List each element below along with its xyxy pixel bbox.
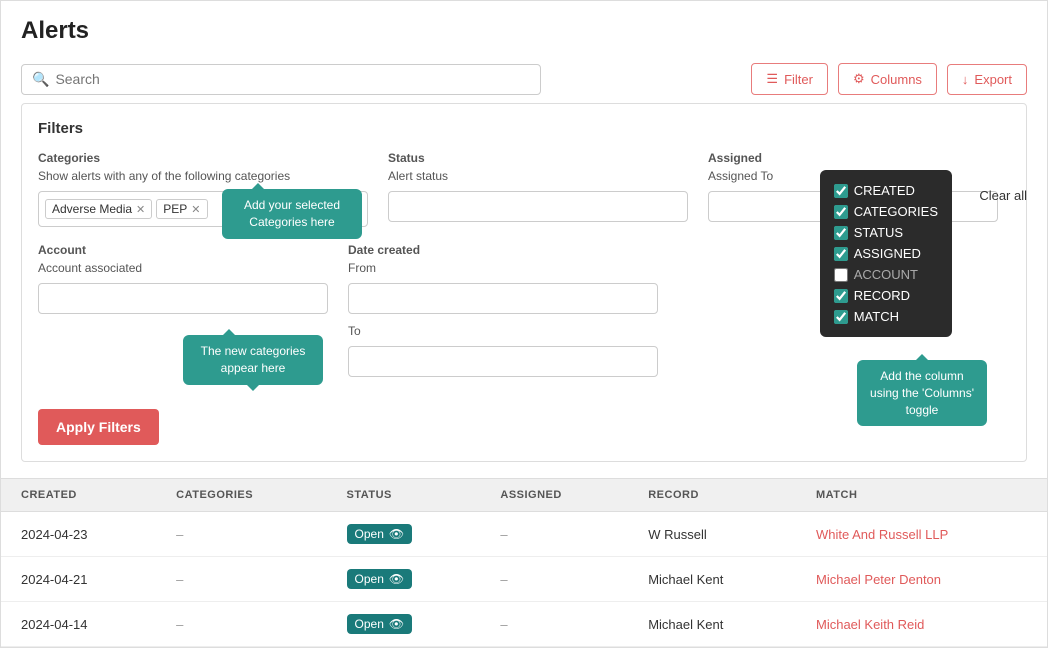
eye-icon: 👁: [389, 572, 404, 586]
column-checkbox-match[interactable]: [834, 310, 848, 324]
export-button[interactable]: ↓ Export: [947, 64, 1027, 95]
column-item-assigned[interactable]: ASSIGNED: [834, 243, 938, 264]
match-link[interactable]: Michael Keith Reid: [816, 617, 924, 632]
cell-record: Michael Kent: [628, 602, 796, 647]
cell-status: Open 👁: [327, 557, 481, 602]
tooltip-columns-bubble: Add the column using the 'Columns' toggl…: [857, 360, 987, 426]
alerts-table: CREATEDCATEGORIESSTATUSASSIGNEDRECORDMAT…: [1, 478, 1047, 647]
cell-created: 2024-04-21: [1, 557, 156, 602]
cell-match: Michael Keith Reid: [796, 602, 1047, 647]
cell-created: 2024-04-23: [1, 512, 156, 557]
column-item-created[interactable]: CREATED: [834, 180, 938, 201]
date-to-label: To: [348, 324, 658, 338]
table-body: 2024-04-23–Open 👁–W RussellWhite And Rus…: [1, 512, 1047, 647]
status-badge: Open 👁: [347, 614, 413, 634]
col-header-categories: CATEGORIES: [156, 479, 326, 512]
remove-adverse-media[interactable]: ✕: [136, 203, 145, 216]
tag-adverse-media[interactable]: Adverse Media ✕: [45, 199, 152, 219]
categories-sublabel: Show alerts with any of the following ca…: [38, 169, 368, 183]
column-item-record[interactable]: RECORD: [834, 285, 938, 306]
match-link[interactable]: Michael Peter Denton: [816, 572, 941, 587]
cell-status: Open 👁: [327, 602, 481, 647]
account-select[interactable]: [38, 283, 328, 314]
col-header-assigned: ASSIGNED: [480, 479, 628, 512]
apply-area: Apply Filters The new categories appear …: [38, 393, 159, 445]
cell-categories: –: [156, 512, 326, 557]
date-to-input[interactable]: [348, 346, 658, 377]
cell-match: White And Russell LLP: [796, 512, 1047, 557]
table-row: 2024-04-14–Open 👁–Michael KentMichael Ke…: [1, 602, 1047, 647]
col-header-created: CREATED: [1, 479, 156, 512]
filter-group-date: Date created From To: [348, 243, 658, 377]
categories-label: Categories: [38, 151, 368, 165]
column-checkbox-status[interactable]: [834, 226, 848, 240]
search-icon: 🔍: [32, 71, 49, 88]
table-row: 2024-04-21–Open 👁–Michael KentMichael Pe…: [1, 557, 1047, 602]
columns-dropdown: CREATEDCATEGORIESSTATUSASSIGNEDACCOUNTRE…: [820, 170, 952, 337]
col-header-match: MATCH: [796, 479, 1047, 512]
cell-categories: –: [156, 602, 326, 647]
status-badge: Open 👁: [347, 524, 413, 544]
filter-button[interactable]: ☰ Filter: [751, 63, 828, 95]
account-sublabel: Account associated: [38, 261, 328, 275]
page-title: Alerts: [1, 1, 1047, 55]
cell-assigned: –: [480, 557, 628, 602]
apply-filters-button[interactable]: Apply Filters: [38, 409, 159, 445]
remove-pep[interactable]: ✕: [191, 203, 200, 216]
columns-button[interactable]: ⚙ Columns: [838, 63, 937, 95]
col-header-status: STATUS: [327, 479, 481, 512]
account-label: Account: [38, 243, 328, 257]
column-checkbox-record[interactable]: [834, 289, 848, 303]
table-header: CREATEDCATEGORIESSTATUSASSIGNEDRECORDMAT…: [1, 479, 1047, 512]
filter-group-account: Account Account associated: [38, 243, 328, 314]
eye-icon: 👁: [389, 527, 404, 541]
status-select[interactable]: Open Closed: [388, 191, 688, 222]
tooltip-newcat-bubble: The new categories appear here: [183, 335, 323, 385]
header-row: CREATEDCATEGORIESSTATUSASSIGNEDRECORDMAT…: [1, 479, 1047, 512]
page-container: Alerts 🔍 Expand the filters section with…: [0, 0, 1048, 648]
match-link[interactable]: White And Russell LLP: [816, 527, 948, 542]
top-bar: 🔍 Expand the filters section with the 'F…: [1, 55, 1047, 103]
filters-title: Filters: [38, 120, 1010, 137]
cell-categories: –: [156, 557, 326, 602]
column-checkbox-created[interactable]: [834, 184, 848, 198]
date-from-label: From: [348, 261, 658, 275]
cell-created: 2024-04-14: [1, 602, 156, 647]
date-label: Date created: [348, 243, 658, 257]
column-item-categories[interactable]: CATEGORIES: [834, 201, 938, 222]
search-wrapper: 🔍: [21, 64, 541, 95]
tag-pep[interactable]: PEP ✕: [156, 199, 207, 219]
status-sublabel: Alert status: [388, 169, 688, 183]
cell-record: W Russell: [628, 512, 796, 557]
gear-icon: ⚙: [853, 71, 865, 87]
column-item-match[interactable]: MATCH: [834, 306, 938, 327]
results-section: CREATEDCATEGORIESSTATUSASSIGNEDRECORDMAT…: [1, 478, 1047, 647]
cell-assigned: –: [480, 512, 628, 557]
export-icon: ↓: [962, 72, 969, 87]
column-checkbox-categories[interactable]: [834, 205, 848, 219]
table-row: 2024-04-23–Open 👁–W RussellWhite And Rus…: [1, 512, 1047, 557]
column-checkbox-assigned[interactable]: [834, 247, 848, 261]
clear-all-link[interactable]: Clear all: [979, 188, 1027, 203]
tooltip-categories-bubble: Add your selected Categories here: [222, 189, 362, 239]
search-input[interactable]: [55, 71, 530, 87]
assigned-label: Assigned: [708, 151, 998, 165]
cell-assigned: –: [480, 602, 628, 647]
status-badge: Open 👁: [347, 569, 413, 589]
column-item-status[interactable]: STATUS: [834, 222, 938, 243]
cell-status: Open 👁: [327, 512, 481, 557]
status-label: Status: [388, 151, 688, 165]
col-header-record: RECORD: [628, 479, 796, 512]
column-checkbox-account[interactable]: [834, 268, 848, 282]
date-from-input[interactable]: [348, 283, 658, 314]
eye-icon: 👁: [389, 617, 404, 631]
filter-group-status: Status Alert status Open Closed: [388, 151, 688, 222]
cell-record: Michael Kent: [628, 557, 796, 602]
column-item-account[interactable]: ACCOUNT: [834, 264, 938, 285]
cell-match: Michael Peter Denton: [796, 557, 1047, 602]
filter-icon: ☰: [766, 71, 778, 87]
